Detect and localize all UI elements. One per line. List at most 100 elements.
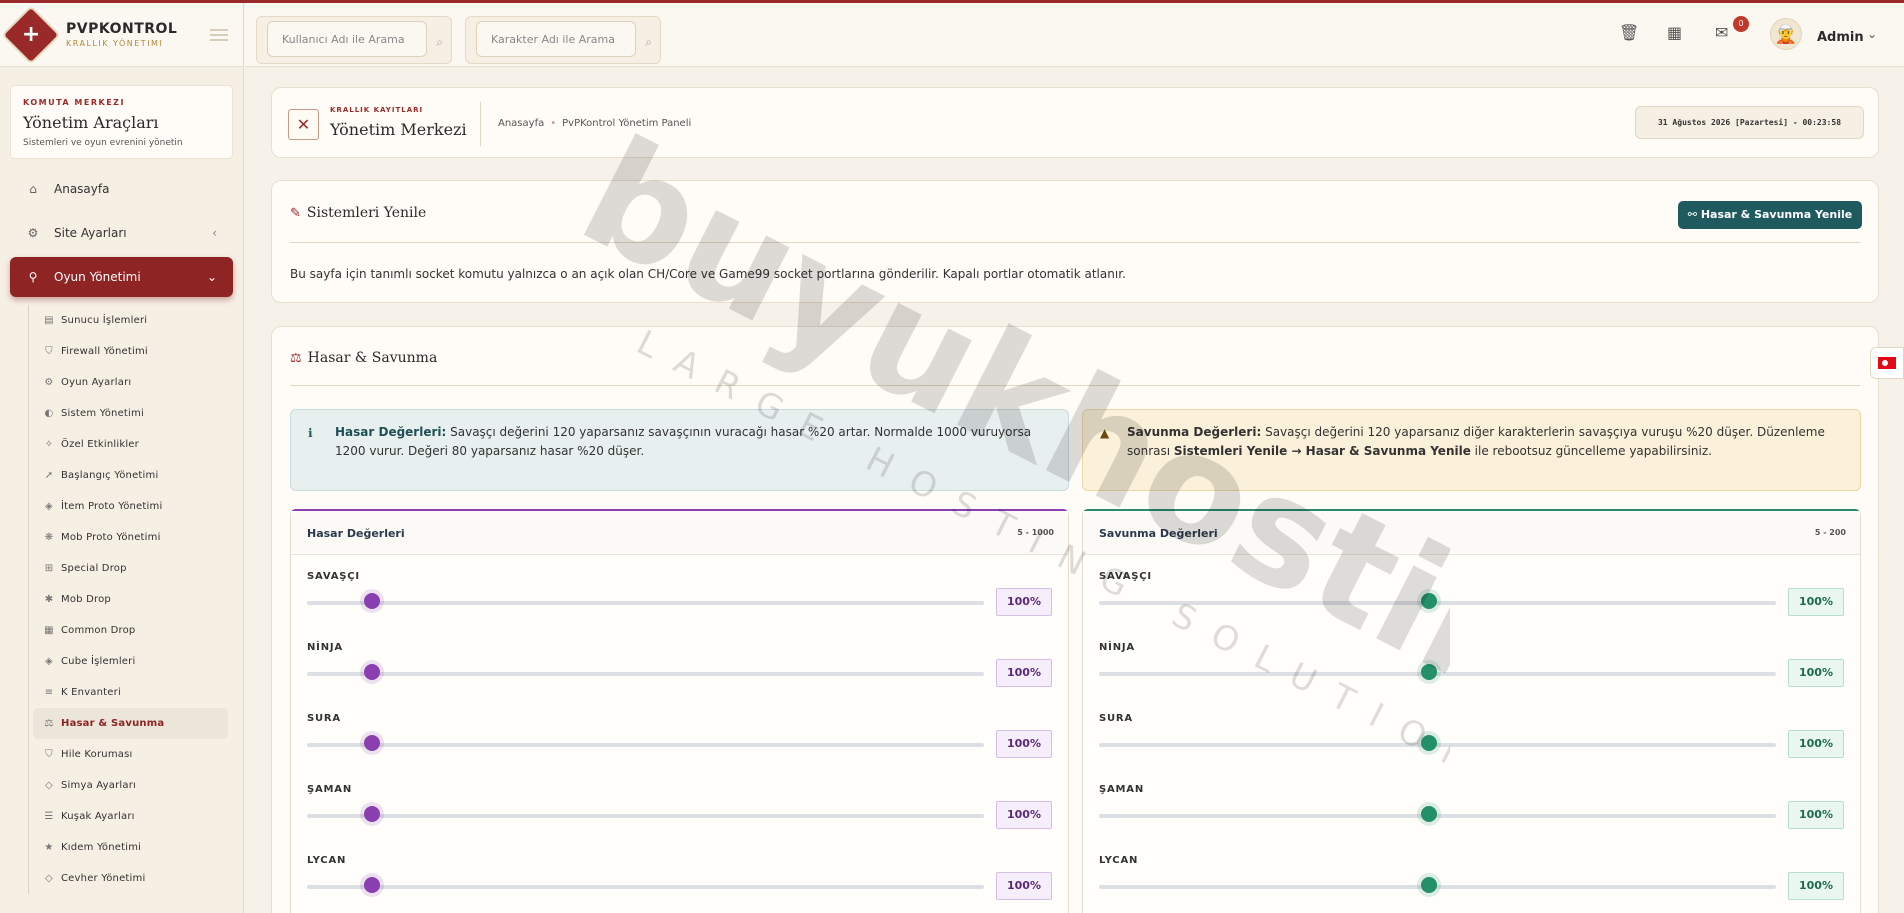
alert-text: ile rebootsuz güncelleme yapabilirsiniz. bbox=[1470, 444, 1712, 458]
damage-slider-handle[interactable] bbox=[364, 735, 380, 751]
subnav-item-cevher[interactable]: ◇ Cevher Yönetimi bbox=[33, 863, 233, 894]
defense-slider-track[interactable] bbox=[1099, 885, 1776, 889]
divider bbox=[290, 385, 1860, 386]
page-title: Yönetim Merkezi bbox=[330, 120, 467, 139]
cogs-icon: ⚙ bbox=[44, 377, 54, 388]
info-icon: ℹ bbox=[308, 426, 313, 440]
subnav-item-hile-korumasi[interactable]: ⛉ Hile Koruması bbox=[33, 739, 233, 770]
sidebar-item-oyun-yonetimi[interactable]: ⚲ Oyun Yönetimi ⌄ bbox=[10, 257, 233, 297]
character-search: Karakter Adı ile Arama ⌕ bbox=[465, 16, 661, 64]
defense-slider-handle[interactable] bbox=[1421, 877, 1437, 893]
subnav-item-kidem[interactable]: ★ Kıdem Yönetimi bbox=[33, 832, 233, 863]
damage-slider-track[interactable] bbox=[307, 601, 984, 605]
user-search-input[interactable]: Kullanıcı Adı ile Arama bbox=[267, 21, 427, 57]
damage-slider-handle[interactable] bbox=[364, 664, 380, 680]
damage-value-input[interactable]: 100% bbox=[996, 801, 1052, 829]
search-icon[interactable]: ⌕ bbox=[436, 35, 443, 50]
refresh-damage-defense-button[interactable]: ⚯ Hasar & Savunma Yenile bbox=[1678, 201, 1862, 229]
breadcrumb-current: PvPKontrol Yönetim Paneli bbox=[562, 118, 692, 129]
subnav-label: Mob Drop bbox=[61, 594, 111, 605]
subnav-item-baslangic[interactable]: ➚ Başlangıç Yönetimi bbox=[33, 460, 233, 491]
subnav-item-kusak[interactable]: ☰ Kuşak Ayarları bbox=[33, 801, 233, 832]
panel-header: Hasar Değerleri 5 - 1000 bbox=[291, 511, 1068, 555]
damage-slider-handle[interactable] bbox=[364, 806, 380, 822]
shield-icon: ⛉ bbox=[45, 749, 53, 760]
language-flag-tr-icon[interactable] bbox=[1870, 347, 1904, 379]
scale-icon: ⚖ bbox=[44, 718, 54, 729]
gamepad-icon: ⚲ bbox=[28, 270, 38, 284]
sidebar-nav: ⌂ Anasayfa ⚙ Site Ayarları ‹ ⚲ Oyun Yöne… bbox=[0, 169, 243, 894]
bug-icon: ✱ bbox=[44, 594, 54, 605]
calendar-icon[interactable]: ▦ bbox=[1667, 23, 1682, 42]
defense-slider-handle[interactable] bbox=[1421, 664, 1437, 680]
defense-value-input[interactable]: 100% bbox=[1788, 659, 1844, 687]
panel-title: Hasar Değerleri bbox=[307, 527, 405, 540]
chevron-left-icon: ‹ bbox=[212, 226, 217, 240]
defense-value-input[interactable]: 100% bbox=[1788, 801, 1844, 829]
subnav-item-hasar-savunma[interactable]: ⚖ Hasar & Savunma bbox=[33, 708, 228, 739]
damage-slider-handle[interactable] bbox=[364, 877, 380, 893]
damage-slider-handle[interactable] bbox=[364, 593, 380, 609]
scale-icon: ⚖ bbox=[290, 351, 302, 366]
subnav-label: Kıdem Yönetimi bbox=[61, 842, 142, 853]
damage-value-input[interactable]: 100% bbox=[996, 659, 1052, 687]
defense-slider-handle[interactable] bbox=[1421, 593, 1437, 609]
subnav-item-cube-islemleri[interactable]: ◈ Cube İşlemleri bbox=[33, 646, 233, 677]
subnav-item-special-drop[interactable]: ⊞ Special Drop bbox=[33, 553, 233, 584]
defense-values-panel: Savunma Değerleri 5 - 200 SAVAŞÇI 100% NİN… bbox=[1082, 509, 1861, 913]
mail-icon[interactable]: ✉ bbox=[1715, 23, 1728, 42]
brand-name: PVPKONTROL bbox=[66, 21, 178, 37]
search-icon[interactable]: ⌕ bbox=[645, 35, 652, 50]
avatar[interactable]: 🧝 bbox=[1770, 18, 1802, 50]
user-name[interactable]: Admin bbox=[1817, 30, 1864, 45]
damage-value-input[interactable]: 100% bbox=[996, 730, 1052, 758]
sidebar-item-anasayfa[interactable]: ⌂ Anasayfa bbox=[10, 169, 233, 209]
subnav-item-mob-drop[interactable]: ✱ Mob Drop bbox=[33, 584, 233, 615]
damage-slider-track[interactable] bbox=[307, 814, 984, 818]
subnav-item-common-drop[interactable]: ▦ Common Drop bbox=[33, 615, 233, 646]
panel-range: 5 - 200 bbox=[1814, 528, 1846, 537]
subnav-label: Firewall Yönetimi bbox=[61, 346, 148, 357]
close-icon[interactable]: ✕ bbox=[288, 109, 319, 140]
sidebar-item-site-ayarlari[interactable]: ⚙ Site Ayarları ‹ bbox=[10, 213, 233, 253]
chevron-down-icon: ⌄ bbox=[206, 270, 217, 284]
damage-defense-title-text: Hasar & Savunma bbox=[307, 350, 438, 366]
damage-slider-track[interactable] bbox=[307, 885, 984, 889]
brand[interactable]: + PVPKONTROL KRALLIK YÖNETIMI bbox=[0, 3, 243, 67]
damage-value-input[interactable]: 100% bbox=[996, 588, 1052, 616]
subnav-item-ozel-etkinlikler[interactable]: ✧ Özel Etkinlikler bbox=[33, 429, 233, 460]
class-label: ŞAMAN bbox=[307, 784, 353, 795]
defense-slider-handle[interactable] bbox=[1421, 735, 1437, 751]
breadcrumb-home[interactable]: Anasayfa bbox=[498, 118, 544, 129]
subnav-item-mob-proto[interactable]: ❋ Mob Proto Yönetimi bbox=[33, 522, 233, 553]
subnav-item-item-proto[interactable]: ◈ İtem Proto Yönetimi bbox=[33, 491, 233, 522]
defense-value-input[interactable]: 100% bbox=[1788, 730, 1844, 758]
chevron-down-icon[interactable]: ⌄ bbox=[1867, 27, 1877, 41]
trash-icon[interactable]: 🗑 bbox=[1619, 23, 1639, 42]
damage-slider-track[interactable] bbox=[307, 743, 984, 747]
defense-slider-track[interactable] bbox=[1099, 601, 1776, 605]
systems-refresh-card: ✎ Sistemleri Yenile ⚯ Hasar & Savunma Yen… bbox=[271, 180, 1879, 303]
damage-value-input[interactable]: 100% bbox=[996, 872, 1052, 900]
button-label: Hasar & Savunma Yenile bbox=[1700, 208, 1853, 221]
systems-title-text: Sistemleri Yenile bbox=[306, 205, 427, 221]
subnav-item-sunucu-islemleri[interactable]: ▤ Sunucu İşlemleri bbox=[33, 305, 233, 336]
defense-slider-handle[interactable] bbox=[1421, 806, 1437, 822]
subnav-label: Başlangıç Yönetimi bbox=[61, 470, 159, 481]
defense-slider-track[interactable] bbox=[1099, 814, 1776, 818]
defense-value-input[interactable]: 100% bbox=[1788, 872, 1844, 900]
character-search-input[interactable]: Karakter Adı ile Arama bbox=[476, 21, 636, 57]
menu-toggle-icon[interactable] bbox=[210, 29, 228, 41]
defense-value-input[interactable]: 100% bbox=[1788, 588, 1844, 616]
subnav-item-k-envanteri[interactable]: ≡ K Envanteri bbox=[33, 677, 233, 708]
subnav-label: Sunucu İşlemleri bbox=[61, 315, 148, 326]
class-label: NİNJA bbox=[1099, 642, 1135, 653]
subnav-item-oyun-ayarlari[interactable]: ⚙ Oyun Ayarları bbox=[33, 367, 233, 398]
subnav-item-firewall[interactable]: ⛉ Firewall Yönetimi bbox=[33, 336, 233, 367]
defense-slider-track[interactable] bbox=[1099, 743, 1776, 747]
defense-slider-track[interactable] bbox=[1099, 672, 1776, 676]
subnav-item-sistem-yonetimi[interactable]: ◐ Sistem Yönetimi bbox=[33, 398, 233, 429]
damage-slider-track[interactable] bbox=[307, 672, 984, 676]
subnav-item-simya[interactable]: ◇ Simya Ayarları bbox=[33, 770, 233, 801]
home-icon: ⌂ bbox=[29, 182, 37, 196]
